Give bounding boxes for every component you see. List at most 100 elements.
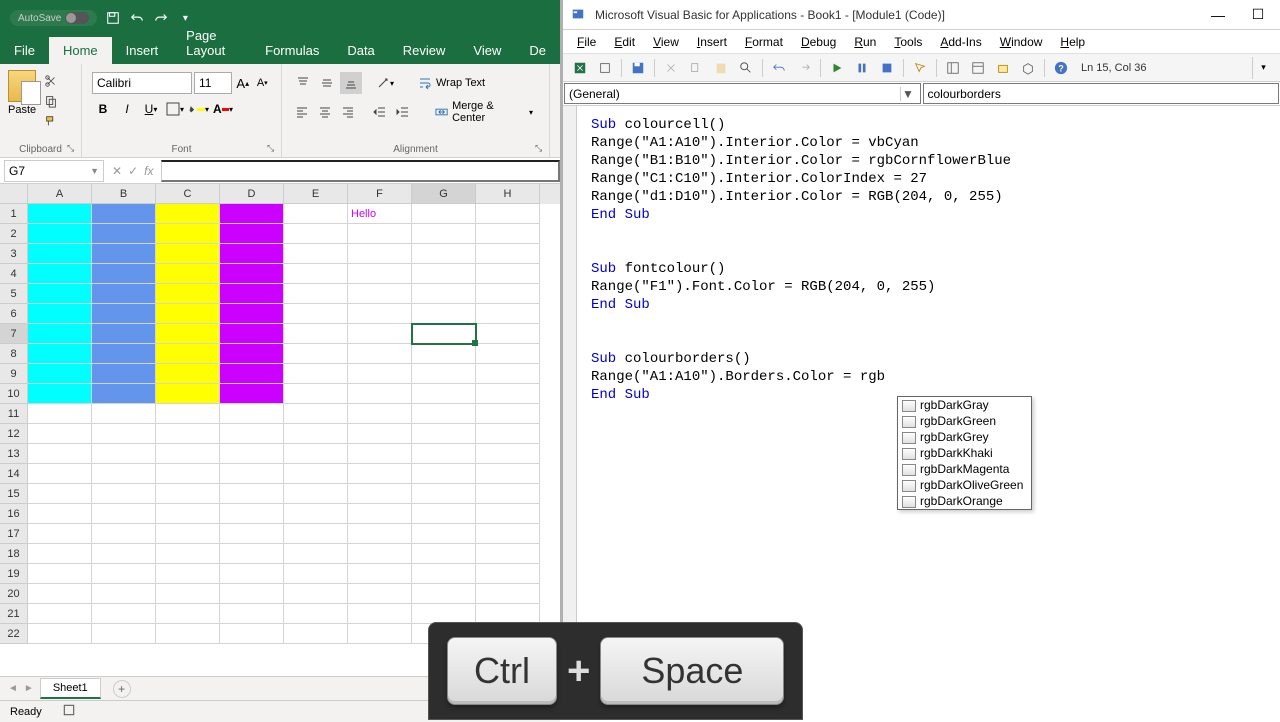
cell[interactable] bbox=[220, 204, 284, 224]
help-icon[interactable]: ? bbox=[1050, 57, 1072, 79]
align-right-icon[interactable] bbox=[338, 101, 359, 123]
cell[interactable] bbox=[348, 604, 412, 624]
cell[interactable] bbox=[284, 424, 348, 444]
column-header[interactable]: F bbox=[348, 184, 412, 204]
column-header[interactable]: C bbox=[156, 184, 220, 204]
cell[interactable] bbox=[284, 604, 348, 624]
column-header[interactable]: E bbox=[284, 184, 348, 204]
cell[interactable] bbox=[220, 504, 284, 524]
underline-button[interactable]: U▾ bbox=[140, 98, 162, 120]
cell[interactable] bbox=[412, 544, 476, 564]
decrease-indent-icon[interactable] bbox=[370, 101, 391, 123]
procedure-dropdown[interactable]: colourborders bbox=[923, 83, 1280, 104]
cell[interactable] bbox=[92, 264, 156, 284]
cell[interactable] bbox=[92, 524, 156, 544]
row-header[interactable]: 3 bbox=[0, 244, 28, 264]
cell[interactable] bbox=[476, 244, 540, 264]
cell[interactable] bbox=[284, 524, 348, 544]
cell[interactable] bbox=[156, 504, 220, 524]
autosave-toggle[interactable]: AutoSave bbox=[10, 10, 97, 26]
row-header[interactable]: 10 bbox=[0, 384, 28, 404]
cell[interactable] bbox=[220, 624, 284, 644]
menu-tools[interactable]: Tools bbox=[886, 33, 930, 51]
cell[interactable] bbox=[156, 444, 220, 464]
row-header[interactable]: 13 bbox=[0, 444, 28, 464]
cell[interactable] bbox=[348, 544, 412, 564]
ribbon-tab-page-layout[interactable]: Page Layout bbox=[172, 22, 251, 64]
cell[interactable] bbox=[284, 404, 348, 424]
sheet-nav-next-icon[interactable]: ► bbox=[24, 683, 34, 694]
cell[interactable] bbox=[284, 544, 348, 564]
cell[interactable] bbox=[220, 324, 284, 344]
macro-record-icon[interactable] bbox=[62, 703, 76, 720]
cell[interactable] bbox=[92, 204, 156, 224]
cell[interactable] bbox=[284, 464, 348, 484]
toolbox-icon[interactable] bbox=[1017, 57, 1039, 79]
intellisense-item[interactable]: rgbDarkMagenta bbox=[898, 461, 1031, 477]
select-all-corner[interactable] bbox=[0, 184, 28, 204]
cell[interactable] bbox=[28, 284, 92, 304]
design-mode-icon[interactable] bbox=[909, 57, 931, 79]
undo-icon[interactable] bbox=[768, 57, 790, 79]
cell[interactable] bbox=[284, 244, 348, 264]
cell[interactable] bbox=[220, 444, 284, 464]
view-excel-icon[interactable] bbox=[569, 57, 591, 79]
cell[interactable] bbox=[28, 604, 92, 624]
cell[interactable] bbox=[156, 524, 220, 544]
cell[interactable] bbox=[156, 604, 220, 624]
cell[interactable] bbox=[284, 564, 348, 584]
ribbon-tab-data[interactable]: Data bbox=[333, 37, 388, 64]
row-header[interactable]: 6 bbox=[0, 304, 28, 324]
break-icon[interactable] bbox=[851, 57, 873, 79]
cell[interactable] bbox=[412, 604, 476, 624]
cell[interactable] bbox=[28, 484, 92, 504]
cell[interactable] bbox=[156, 284, 220, 304]
cell[interactable] bbox=[220, 424, 284, 444]
bold-button[interactable]: B bbox=[92, 98, 114, 120]
cell[interactable] bbox=[92, 244, 156, 264]
cell[interactable] bbox=[92, 364, 156, 384]
cell[interactable] bbox=[284, 264, 348, 284]
cell[interactable] bbox=[220, 584, 284, 604]
cell[interactable] bbox=[220, 364, 284, 384]
fill-color-button[interactable]: ▾ bbox=[188, 98, 210, 120]
menu-format[interactable]: Format bbox=[737, 33, 791, 51]
menu-file[interactable]: File bbox=[569, 33, 604, 51]
minimize-button[interactable]: — bbox=[1204, 5, 1232, 25]
cell[interactable] bbox=[412, 524, 476, 544]
cell[interactable] bbox=[476, 224, 540, 244]
menu-view[interactable]: View bbox=[645, 33, 687, 51]
cell[interactable] bbox=[92, 624, 156, 644]
cell[interactable] bbox=[348, 404, 412, 424]
save-icon[interactable] bbox=[627, 57, 649, 79]
ribbon-tab-de[interactable]: De bbox=[515, 37, 560, 64]
paste-button[interactable]: Paste bbox=[6, 68, 38, 153]
cell[interactable] bbox=[284, 504, 348, 524]
decrease-font-icon[interactable]: A▾ bbox=[254, 72, 272, 94]
cell[interactable] bbox=[476, 344, 540, 364]
cell[interactable] bbox=[476, 444, 540, 464]
row-header[interactable]: 16 bbox=[0, 504, 28, 524]
properties-icon[interactable] bbox=[967, 57, 989, 79]
toolbar-scroll-icon[interactable]: ▾ bbox=[1252, 57, 1274, 79]
cell[interactable] bbox=[284, 324, 348, 344]
name-box[interactable]: G7 ▼ bbox=[4, 160, 104, 182]
cell[interactable] bbox=[28, 364, 92, 384]
cell[interactable] bbox=[348, 344, 412, 364]
find-icon[interactable] bbox=[735, 57, 757, 79]
menu-run[interactable]: Run bbox=[846, 33, 884, 51]
cell[interactable] bbox=[220, 484, 284, 504]
cell[interactable] bbox=[220, 224, 284, 244]
cell[interactable] bbox=[348, 304, 412, 324]
spreadsheet-grid[interactable]: ABCDEFGH 1Hello2345678910111213141516171… bbox=[0, 184, 560, 676]
insert-module-icon[interactable] bbox=[594, 57, 616, 79]
cell[interactable] bbox=[28, 544, 92, 564]
row-header[interactable]: 18 bbox=[0, 544, 28, 564]
object-dropdown[interactable]: (General) ▼ bbox=[564, 83, 921, 104]
intellisense-item[interactable]: rgbDarkKhaki bbox=[898, 445, 1031, 461]
row-header[interactable]: 4 bbox=[0, 264, 28, 284]
row-header[interactable]: 2 bbox=[0, 224, 28, 244]
menu-insert[interactable]: Insert bbox=[689, 33, 735, 51]
cell[interactable] bbox=[28, 344, 92, 364]
intellisense-item[interactable]: rgbDarkOliveGreen bbox=[898, 477, 1031, 493]
